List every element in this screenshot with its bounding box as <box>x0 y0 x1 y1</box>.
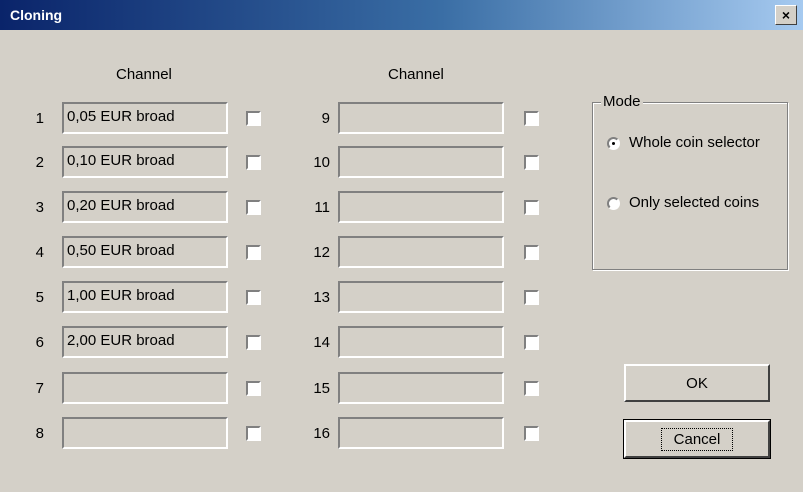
channel-checkbox-2[interactable] <box>246 155 261 170</box>
channel-field-15[interactable] <box>338 372 504 404</box>
mode-label: Mode <box>601 93 643 110</box>
channel-field-11[interactable] <box>338 191 504 223</box>
channel-field-13[interactable] <box>338 281 504 313</box>
channel-number: 7 <box>35 380 44 397</box>
channel-field-9[interactable] <box>338 102 504 134</box>
channel-checkbox-3[interactable] <box>246 200 261 215</box>
channel-checkbox-11[interactable] <box>524 200 539 215</box>
channel-field-7[interactable] <box>62 372 228 404</box>
mode-groupbox: Mode Whole coin selector Only selected c… <box>592 93 788 270</box>
whole-coin-selector-label[interactable]: Whole coin selector <box>629 133 779 153</box>
channel-field-16[interactable] <box>338 417 504 449</box>
channel-field-5[interactable]: 1,00 EUR broad <box>62 281 228 313</box>
channel-number: 14 <box>313 334 330 351</box>
channel-field-8[interactable] <box>62 417 228 449</box>
channel-field-10[interactable] <box>338 146 504 178</box>
cancel-button[interactable]: Cancel <box>623 419 771 459</box>
channel-number: 2 <box>35 154 44 171</box>
channel-checkbox-12[interactable] <box>524 245 539 260</box>
channel-number: 13 <box>313 289 330 306</box>
channel-checkbox-13[interactable] <box>524 290 539 305</box>
channel-field-4[interactable]: 0,50 EUR broad <box>62 236 228 268</box>
channel-number: 6 <box>35 334 44 351</box>
channel-checkbox-6[interactable] <box>246 335 261 350</box>
channel-number: 4 <box>35 244 44 261</box>
channel-checkbox-7[interactable] <box>246 381 261 396</box>
radio-only-selected-coins[interactable] <box>607 197 620 210</box>
channel-checkbox-4[interactable] <box>246 245 261 260</box>
close-icon: × <box>781 7 791 23</box>
ok-button-label: OK <box>686 374 708 392</box>
radio-whole-coin-selector[interactable] <box>607 137 620 150</box>
channel-field-3[interactable]: 0,20 EUR broad <box>62 191 228 223</box>
channel-checkbox-8[interactable] <box>246 426 261 441</box>
channel-number: 10 <box>313 154 330 171</box>
channel-number: 9 <box>321 110 330 127</box>
cancel-button-label: Cancel <box>660 427 734 451</box>
channel-checkbox-16[interactable] <box>524 426 539 441</box>
channel-field-1[interactable]: 0,05 EUR broad <box>62 102 228 134</box>
window-title: Cloning <box>10 7 63 23</box>
channel-checkbox-9[interactable] <box>524 111 539 126</box>
channel-checkbox-1[interactable] <box>246 111 261 126</box>
channel-number: 8 <box>35 425 44 442</box>
channel-number: 1 <box>35 110 44 127</box>
channel-checkbox-14[interactable] <box>524 335 539 350</box>
channel-checkbox-15[interactable] <box>524 381 539 396</box>
channel-field-12[interactable] <box>338 236 504 268</box>
channel-field-2[interactable]: 0,10 EUR broad <box>62 146 228 178</box>
channel-checkbox-5[interactable] <box>246 290 261 305</box>
left-channel-header: Channel <box>116 66 172 83</box>
title-bar[interactable]: Cloning × <box>0 0 803 30</box>
channel-number: 3 <box>35 199 44 216</box>
only-selected-coins-label[interactable]: Only selected coins <box>629 193 779 213</box>
channel-number: 11 <box>314 199 330 216</box>
channel-number: 15 <box>313 380 330 397</box>
right-channel-header: Channel <box>388 66 444 83</box>
ok-button[interactable]: OK <box>624 364 770 402</box>
channel-field-14[interactable] <box>338 326 504 358</box>
channel-number: 12 <box>313 244 330 261</box>
channel-checkbox-10[interactable] <box>524 155 539 170</box>
channel-field-6[interactable]: 2,00 EUR broad <box>62 326 228 358</box>
channel-number: 16 <box>313 425 330 442</box>
channel-number: 5 <box>35 289 44 306</box>
close-button[interactable]: × <box>775 5 797 25</box>
